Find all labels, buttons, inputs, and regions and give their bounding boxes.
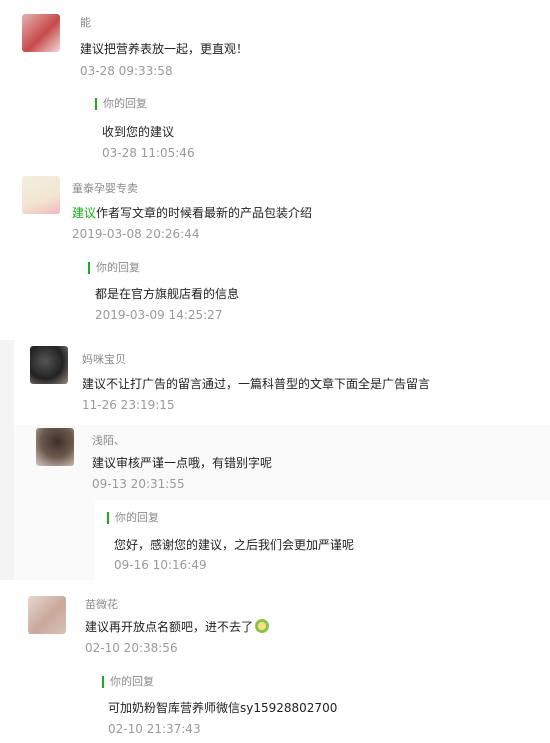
reply-time: 09-16 10:16:49 [114,558,207,572]
reply-text: 都是在官方旗舰店看的信息 [95,287,240,301]
reply-label: 你的回复 [88,262,140,274]
reply-label: 你的回复 [95,98,147,110]
comment-time: 11-26 23:19:15 [82,398,175,412]
comment-time: 02-10 20:38:56 [85,641,178,655]
comment-time: 2019-03-08 20:26:44 [72,227,200,241]
reply-text: 您好，感谢您的建议，之后我们会更加严谨呢 [114,538,355,552]
reply-time: 02-10 21:37:43 [108,722,201,736]
comment-text: 建议审核严谨一点哦，有错别字呢 [92,456,273,470]
comment-text: 建议再开放点名额吧，进不去了 [85,618,270,635]
reply-text: 收到您的建议 [102,125,175,139]
gray-background-left [0,340,14,580]
avatar[interactable] [22,14,60,52]
commenter-name: 妈咪宝贝 [82,353,126,366]
commenter-name: 童泰孕婴专卖 [72,182,138,195]
reply-time: 03-28 11:05:46 [102,146,195,160]
comment-text: 建议不让打广告的留言通过，一篇科普型的文章下面全是广告留言 [82,377,431,391]
highlight-keyword: 建议 [72,206,97,220]
avatar[interactable] [22,176,60,214]
avatar[interactable] [30,346,68,384]
reply-text: 可加奶粉智库营养师微信sy15928802700 [108,701,338,715]
commenter-name: 苗微花 [85,598,118,611]
comment-text: 建议把营养表放一起，更直观！ [80,42,249,56]
avatar[interactable] [28,596,66,634]
reply-label: 你的回复 [102,676,154,688]
comment-text-rest: 作者写文章的时候看最新的产品包装介绍 [96,206,313,220]
emoji-icon [255,619,270,633]
commenter-name: 浅陌、 [92,434,125,447]
reply-label: 你的回复 [107,512,159,524]
comment-text-body: 建议再开放点名额吧，进不去了 [85,620,254,634]
commenter-name: 能 [80,16,91,29]
comment-text: 建议作者写文章的时候看最新的产品包装介绍 [72,204,312,221]
avatar[interactable] [36,428,74,466]
comment-time: 09-13 20:31:55 [92,477,185,491]
reply-time: 2019-03-09 14:25:27 [95,308,223,322]
comment-time: 03-28 09:33:58 [80,64,173,78]
